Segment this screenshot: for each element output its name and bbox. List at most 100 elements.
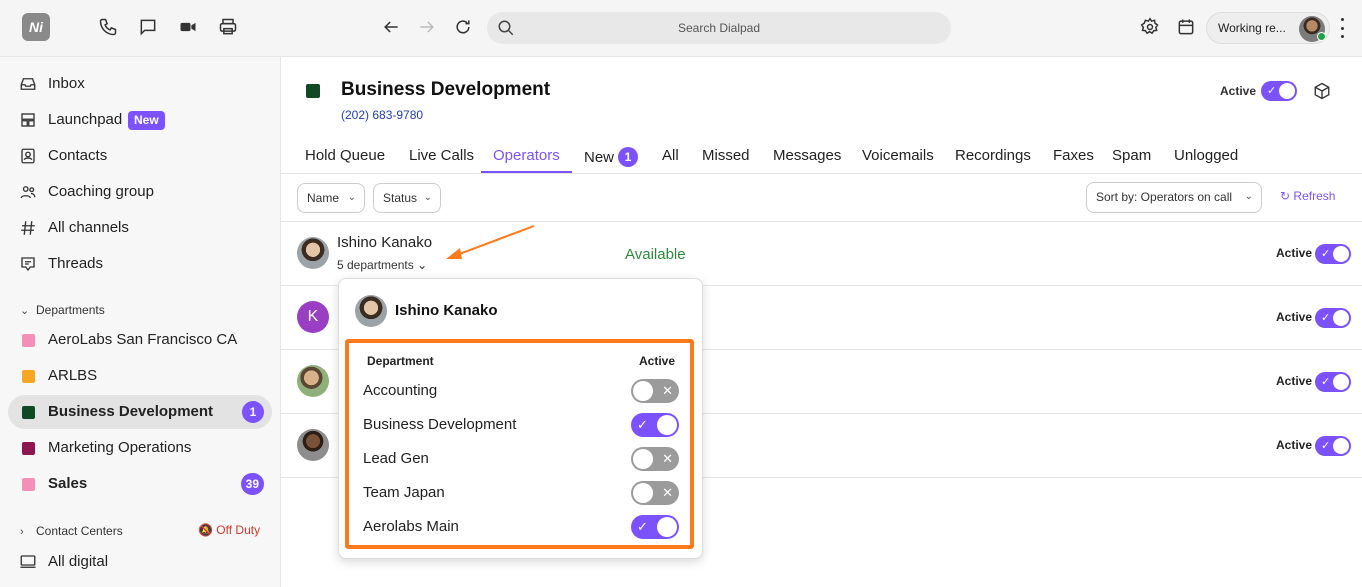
tab-live-calls[interactable]: Live Calls [409,147,474,164]
departments-table: Department Active Accounting ✕ Business … [345,339,694,549]
tab-new[interactable]: New 1 [584,147,639,167]
phone-icon[interactable] [97,16,119,38]
unread-count-badge: 39 [240,473,264,495]
tab-count-badge: 1 [618,147,639,167]
status-filter-dropdown[interactable]: Status ⌄ [373,183,441,213]
tab-bar: Hold Queue Live Calls Operators New 1 All… [281,137,1362,174]
message-icon[interactable] [137,16,159,38]
dept-color-swatch [22,334,35,347]
sidebar-dept-aerolabs-sf[interactable]: AeroLabs San Francisco CA [8,323,272,357]
dept-row-label: Accounting [363,382,438,399]
sidebar: Inbox Launchpad New Contacts Coaching gr… [0,57,281,587]
sort-dropdown[interactable]: Sort by: Operators on call ⌄ [1086,182,1262,213]
tab-hold-queue[interactable]: Hold Queue [305,147,385,164]
gear-icon[interactable] [1139,16,1161,38]
sidebar-item-label: Inbox [48,75,85,92]
tab-operators[interactable]: Operators [493,147,560,164]
operator-active-label: Active [1276,374,1313,388]
operator-active-toggle[interactable]: ✓ [1315,244,1351,264]
sidebar-dept-sales[interactable]: Sales 39 [8,467,272,501]
working-status-button[interactable]: Working re... [1206,12,1330,44]
operator-active-label: Active [1276,310,1313,324]
dept-toggle-team-japan[interactable]: ✕ [631,481,679,505]
kebab-icon[interactable] [1338,18,1346,38]
sidebar-item-label: Marketing Operations [48,439,192,456]
refresh-button[interactable]: ↻ Refresh [1280,189,1335,203]
chevron-down-icon: ⌄ [1244,191,1253,202]
operator-active-toggle[interactable]: ✓ [1315,308,1351,328]
chevron-right-icon: › [20,526,24,538]
tab-all[interactable]: All [662,147,679,164]
tab-unlogged[interactable]: Unlogged [1174,147,1238,164]
tab-voicemails[interactable]: Voicemails [862,147,934,164]
sidebar-item-all-channels[interactable]: All channels [8,211,272,245]
sidebar-item-label: Coaching group [48,183,154,200]
tab-selected-indicator [481,171,572,173]
dept-toggle-accounting[interactable]: ✕ [631,379,679,403]
departments-popover: Ishino Kanako Department Active Accounti… [338,278,703,559]
search-placeholder: Search Dialpad [677,21,761,35]
refresh-icon: ↻ [1280,189,1291,203]
chevron-down-icon: ⌄ [347,192,356,203]
operator-active-label: Active [1276,438,1313,452]
printer-icon[interactable] [217,16,239,38]
cube-icon[interactable] [1313,82,1331,100]
calendar-icon[interactable] [1175,16,1197,38]
departments-section-header[interactable]: ⌄ Departments [20,303,105,317]
dept-row-label: Aerolabs Main [363,518,459,535]
dept-active-label: Active [1220,84,1257,98]
avatar [355,295,387,327]
inbox-icon [19,75,37,93]
sidebar-dept-arlbs[interactable]: ARLBS [8,359,272,393]
video-icon[interactable] [177,16,199,38]
sidebar-item-label: Sales [48,475,88,492]
sidebar-item-all-digital[interactable]: All digital [8,545,272,579]
dept-color-swatch [22,442,35,455]
tab-messages[interactable]: Messages [773,147,841,164]
tab-missed[interactable]: Missed [702,147,750,164]
chevron-down-icon: ⌄ [20,305,30,317]
check-icon: ✓ [1267,85,1277,97]
dept-color-swatch [22,478,35,491]
avatar [297,429,329,461]
column-header-active: Active [639,354,676,368]
sidebar-item-coaching-group[interactable]: Coaching group [8,175,272,209]
dept-active-toggle[interactable]: ✓ [1261,81,1297,101]
operator-name: Ishino Kanako [337,234,433,251]
sidebar-dept-business-development[interactable]: Business Development 1 [8,395,272,429]
hash-icon [19,219,37,237]
operator-active-toggle[interactable]: ✓ [1315,436,1351,456]
sidebar-item-threads[interactable]: Threads [8,247,272,281]
refresh-icon[interactable] [452,16,474,38]
dept-phone-number[interactable]: (202) 683-9780 [341,108,423,122]
column-header-department: Department [367,354,434,368]
chevron-down-icon: ⌄ [423,192,432,203]
contact-centers-section-header[interactable]: › Contact Centers [20,524,123,538]
sidebar-dept-marketing-operations[interactable]: Marketing Operations [8,431,272,465]
tab-faxes[interactable]: Faxes [1053,147,1094,164]
dept-row-label: Business Development [363,416,517,433]
dept-toggle-aerolabs-main[interactable]: ✓ [631,515,679,539]
sidebar-item-inbox[interactable]: Inbox [8,67,272,101]
back-arrow-icon[interactable] [380,16,402,38]
tab-recordings[interactable]: Recordings [955,147,1031,164]
bell-off-icon: 🔕 [198,523,213,537]
off-duty-status[interactable]: 🔕 Off Duty [198,523,260,537]
forward-arrow-icon[interactable] [416,16,438,38]
dept-toggle-business-development[interactable]: ✓ [631,413,679,437]
name-filter-dropdown[interactable]: Name ⌄ [297,183,365,213]
operator-active-toggle[interactable]: ✓ [1315,372,1351,392]
sidebar-item-label: AeroLabs San Francisco CA [48,331,238,348]
tab-spam[interactable]: Spam [1112,147,1151,164]
popover-operator-name: Ishino Kanako [395,302,498,319]
sidebar-item-launchpad[interactable]: Launchpad New [8,103,272,137]
dept-toggle-lead-gen[interactable]: ✕ [631,447,679,471]
working-status-label: Working re... [1218,21,1286,35]
departments-dropdown[interactable]: 5 departments ⌄ [337,258,427,272]
unread-count-badge: 1 [242,401,264,423]
app-logo[interactable]: Ni [22,13,50,41]
sidebar-item-contacts[interactable]: Contacts [8,139,272,173]
sidebar-item-label: Launchpad [48,111,123,128]
sidebar-item-label: Business Development [48,403,214,420]
search-bar[interactable]: Search Dialpad [487,12,951,44]
